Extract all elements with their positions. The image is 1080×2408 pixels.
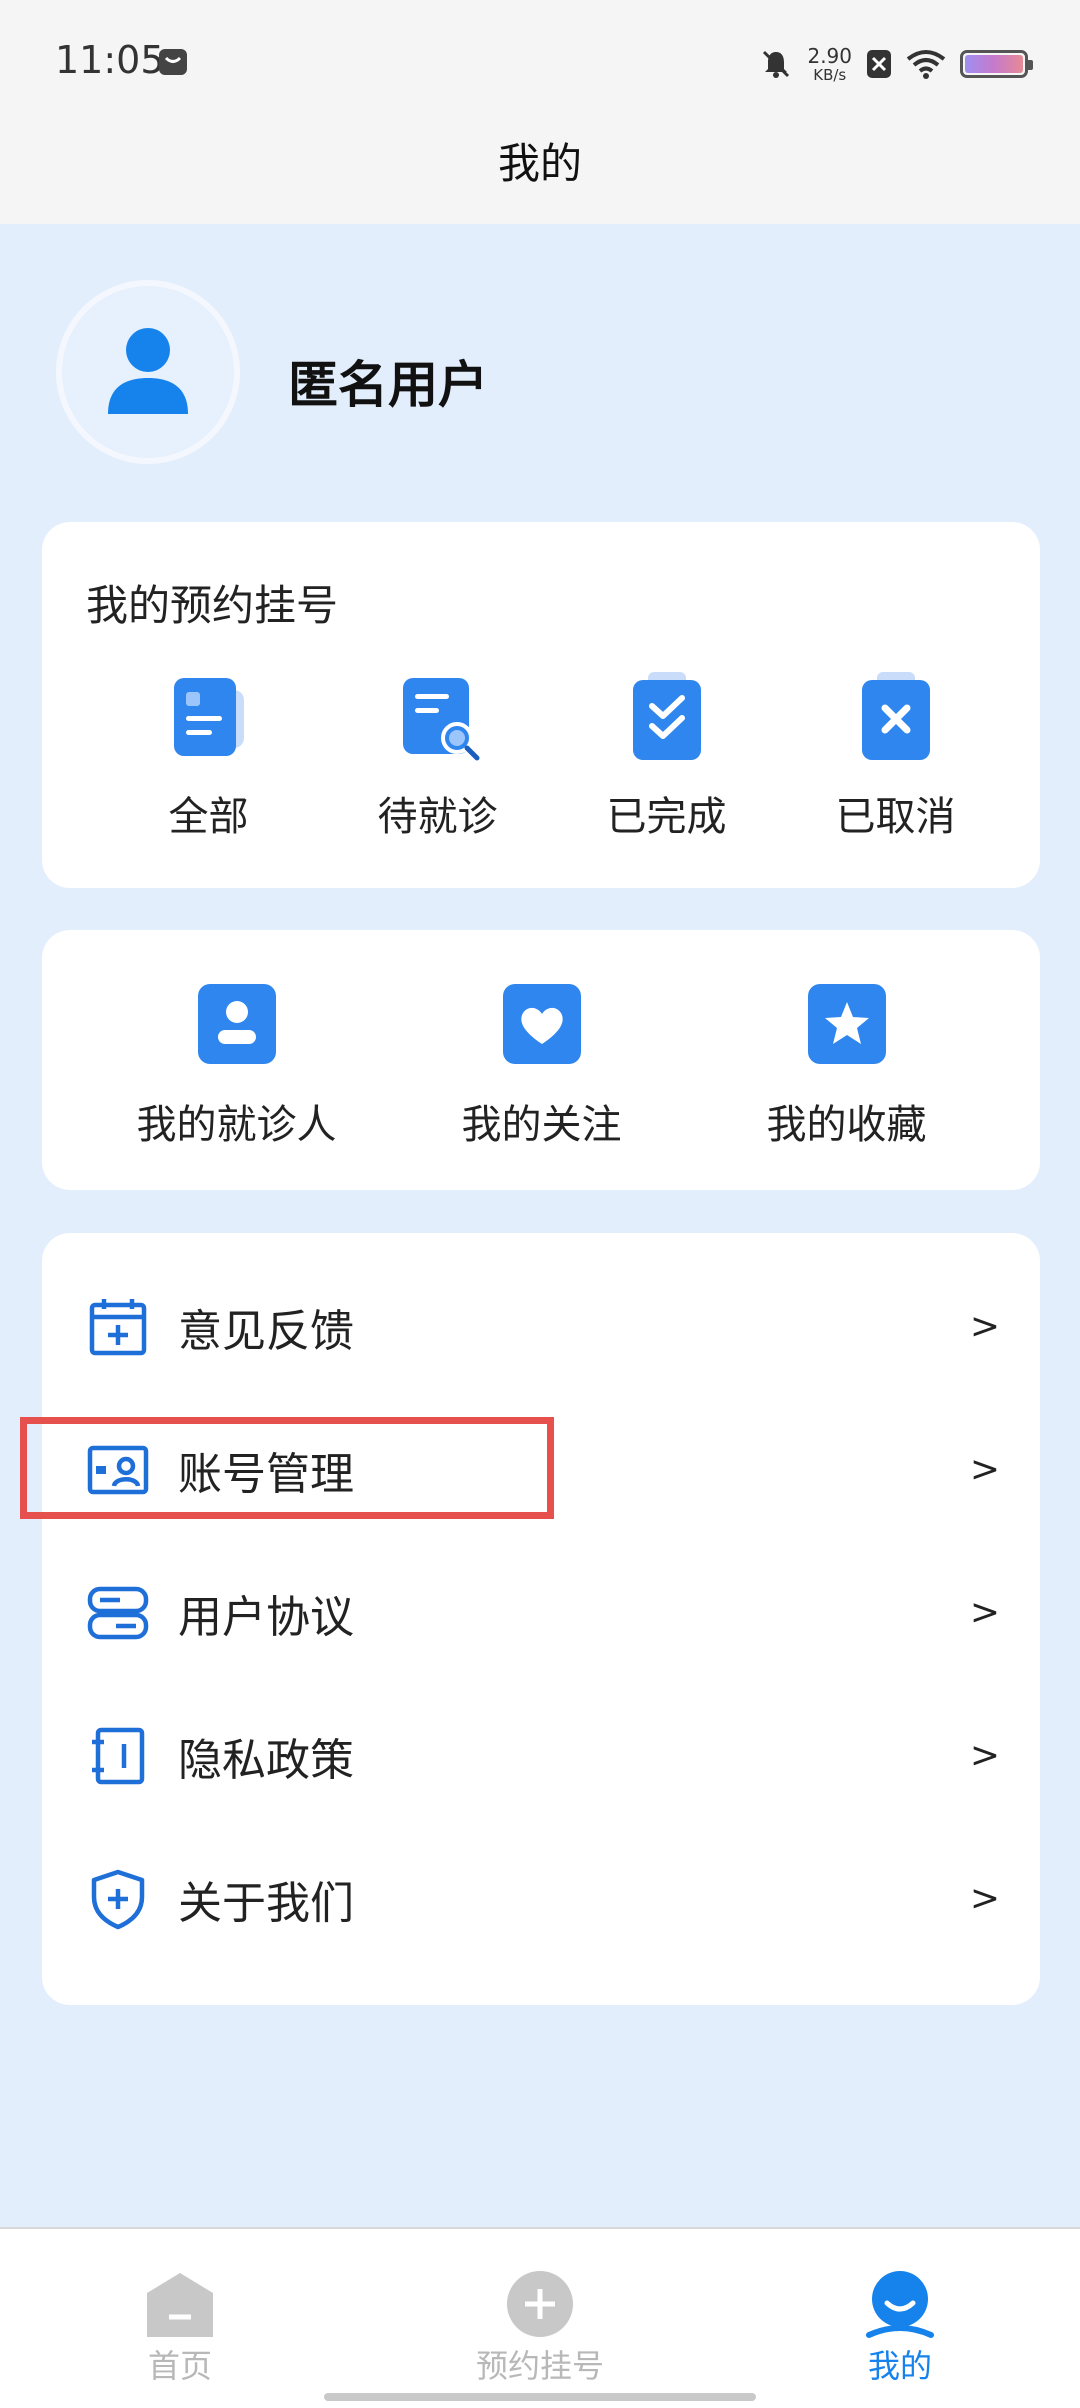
- my-patients-label: 我的就诊人: [136, 1102, 337, 1148]
- pending-search-icon: [402, 678, 479, 761]
- appointments-card: 我的预约挂号 全部 待就诊 已完成 已取消: [42, 522, 1040, 888]
- profile-smile-icon: [866, 2271, 934, 2338]
- my-follows-button[interactable]: 我的关注: [389, 980, 694, 1150]
- appointment-pending-label: 待就诊: [377, 794, 498, 840]
- my-patients-button[interactable]: 我的就诊人: [84, 980, 389, 1150]
- chevron-right-icon: >: [969, 1878, 1000, 1919]
- menu-item-user-agreement-label: 用户协议: [178, 1591, 354, 1643]
- chevron-right-icon: >: [969, 1592, 1000, 1633]
- menu-item-about-us[interactable]: 关于我们 >: [42, 1827, 1040, 1970]
- chevron-right-icon: >: [969, 1449, 1000, 1490]
- tab-appointment[interactable]: 预约挂号: [440, 2269, 640, 2387]
- menu-item-privacy-policy[interactable]: 隐私政策 >: [42, 1684, 1040, 1827]
- shield-plus-icon: [91, 1869, 145, 1929]
- appointment-completed-button[interactable]: 已完成: [552, 672, 781, 842]
- menu-item-feedback[interactable]: 意见反馈 >: [42, 1255, 1040, 1398]
- heart-icon: [502, 984, 581, 1064]
- message-notification-icon: [159, 49, 187, 75]
- calendar-plus-icon: [89, 1298, 147, 1355]
- network-speed-unit: KB/s: [813, 65, 847, 84]
- tab-appointment-label: 预约挂号: [475, 2347, 604, 2385]
- star-icon: [807, 984, 886, 1064]
- agreement-icon: [87, 1586, 149, 1639]
- plus-circle-icon: [507, 2271, 573, 2337]
- sim-off-icon: [867, 50, 891, 78]
- notebook-icon: [92, 1727, 145, 1784]
- menu-item-user-agreement[interactable]: 用户协议 >: [42, 1541, 1040, 1684]
- appointment-all-button[interactable]: 全部: [94, 672, 323, 842]
- menu-item-privacy-policy-label: 隐私政策: [178, 1734, 354, 1786]
- my-follows-label: 我的关注: [461, 1102, 622, 1148]
- user-avatar-icon: [108, 328, 188, 414]
- tab-home[interactable]: 首页: [80, 2269, 280, 2387]
- network-speed: 2.90 KB/s: [807, 46, 852, 83]
- home-indicator[interactable]: [324, 2393, 756, 2401]
- settings-menu-card: 意见反馈 > 账号管理 > 用户协议 > 隐私政策 > 关于我们 >: [42, 1233, 1040, 2005]
- tab-mine-label: 我的: [867, 2347, 932, 2385]
- home-icon: [147, 2273, 213, 2337]
- avatar[interactable]: [56, 280, 240, 464]
- patient-icon: [197, 984, 276, 1064]
- tab-home-label: 首页: [147, 2347, 212, 2385]
- top-bar: 11:05 2.90 KB/s 我的: [0, 0, 1080, 224]
- my-favorites-button[interactable]: 我的收藏: [694, 980, 999, 1150]
- battery-icon: [960, 50, 1033, 78]
- chevron-right-icon: >: [969, 1306, 1000, 1347]
- network-speed-value: 2.90: [807, 43, 852, 68]
- appointment-cancelled-label: 已取消: [835, 794, 956, 840]
- menu-item-feedback-label: 意见反馈: [178, 1305, 354, 1357]
- wifi-icon: [906, 50, 946, 79]
- appointment-all-label: 全部: [168, 794, 249, 840]
- username[interactable]: 匿名用户: [288, 345, 488, 417]
- appointment-cancelled-button[interactable]: 已取消: [781, 672, 1010, 842]
- mute-bell-icon: [763, 50, 790, 78]
- status-time: 11:05: [55, 38, 165, 82]
- account-management-highlight-box: [20, 1417, 554, 1519]
- cancelled-x-icon: [861, 672, 930, 760]
- bottom-tab-bar: 首页 预约挂号 我的: [0, 2227, 1080, 2408]
- status-bar: 11:05 2.90 KB/s: [0, 0, 1080, 120]
- page-title: 我的: [497, 139, 582, 188]
- appointments-grid: 全部 待就诊 已完成 已取消: [42, 672, 1040, 842]
- tab-mine[interactable]: 我的: [800, 2269, 1000, 2387]
- quick-links-card: 我的就诊人 我的关注 我的收藏: [42, 930, 1040, 1190]
- menu-item-about-us-label: 关于我们: [178, 1877, 354, 1929]
- chevron-right-icon: >: [969, 1735, 1000, 1776]
- my-favorites-label: 我的收藏: [766, 1102, 927, 1148]
- appointment-pending-button[interactable]: 待就诊: [323, 672, 552, 842]
- status-right: 2.90 KB/s: [759, 40, 1033, 88]
- all-doc-icon: [173, 678, 244, 756]
- quick-links-grid: 我的就诊人 我的关注 我的收藏: [42, 980, 1040, 1150]
- appointment-completed-label: 已完成: [606, 794, 727, 840]
- completed-check-icon: [632, 672, 701, 760]
- appointments-title: 我的预约挂号: [86, 581, 339, 630]
